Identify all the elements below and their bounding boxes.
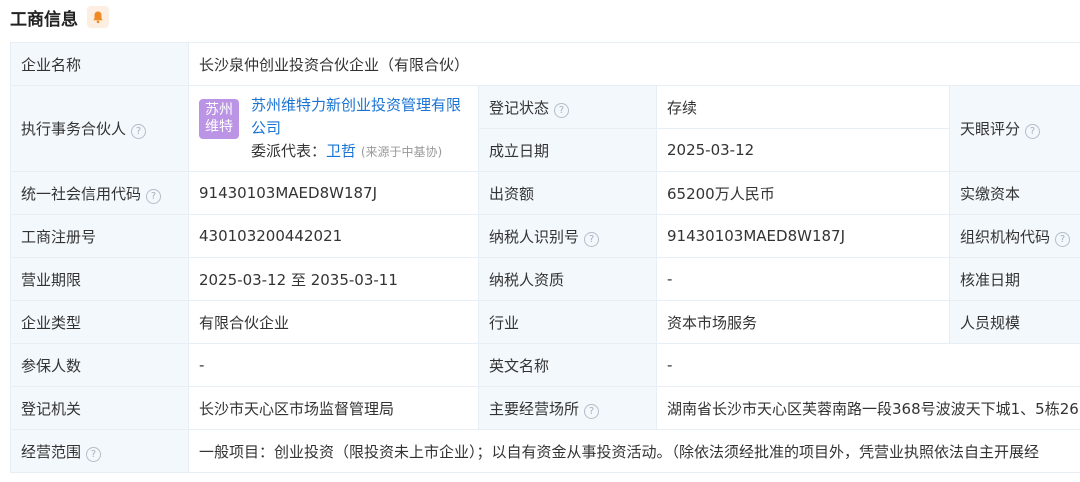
credit-code-label-cell: 统一社会信用代码? (10, 171, 189, 215)
industry-value: 资本市场服务 (656, 300, 950, 344)
taxpayer-qual-label: 纳税人资质 (478, 257, 657, 301)
founded-value: 2025-03-12 (656, 128, 950, 172)
table-row: 参保人数 - 英文名称 - (10, 343, 1080, 387)
subscribe-button[interactable] (87, 6, 109, 28)
founded-label: 成立日期 (478, 128, 657, 172)
status-label: 登记状态 (489, 98, 550, 117)
taxpayer-qual-value: - (656, 257, 950, 301)
authority-label: 登记机关 (10, 386, 189, 430)
taxpayer-id-label: 纳税人识别号 (489, 227, 580, 246)
address-label: 主要经营场所 (489, 399, 580, 418)
help-icon[interactable]: ? (131, 124, 147, 139)
scope-value: 一般项目：创业投资（限投资未上市企业）；以自有资金从事投资活动。（除依法须经批准… (187, 429, 1080, 473)
company-name-label: 企业名称 (10, 42, 189, 86)
address-label-cell: 主要经营场所? (478, 386, 657, 430)
section-title: 工商信息 (10, 9, 78, 30)
reg-no-label: 工商注册号 (10, 214, 189, 258)
help-icon[interactable]: ? (1025, 124, 1041, 139)
taxpayer-id-label-cell: 纳税人识别号? (478, 214, 657, 258)
approve-date-label: 核准日期 (948, 257, 1080, 301)
term-value: 2025-03-12 至 2035-03-11 (188, 257, 479, 301)
logo-text-line1: 苏州 (205, 101, 233, 118)
table-row: 登记机关 长沙市天心区市场监督管理局 主要经营场所? 湖南省长沙市天心区芙蓉南路… (10, 386, 1080, 430)
help-icon[interactable]: ? (584, 231, 600, 247)
credit-code-value: 91430103MAED8W187J (188, 171, 479, 215)
tianyan-label: 天眼评分 (960, 120, 1021, 138)
partner-name-link[interactable]: 苏州维特力新创业投资管理有限公司 (251, 94, 475, 140)
capital-label: 出资额 (478, 171, 657, 215)
status-label-cell: 登记状态? (478, 85, 657, 129)
reg-no-value: 430103200442021 (188, 214, 479, 258)
english-name-value: - (655, 343, 1080, 387)
delegate-name-link[interactable]: 卫哲 (326, 142, 356, 160)
help-icon[interactable]: ? (86, 446, 102, 462)
insured-label: 参保人数 (10, 343, 189, 387)
partner-label-cell: 执行事务合伙人? (10, 85, 189, 172)
table-row: 经营范围? 一般项目：创业投资（限投资未上市企业）；以自有资金从事投资活动。（除… (10, 429, 1080, 473)
company-name-value: 长沙泉仲创业投资合伙企业（有限合伙） (187, 42, 1080, 86)
partner-info: 苏州 维特 苏州维特力新创业投资管理有限公司 委派代表：卫哲 (来源于中基协) (199, 94, 468, 164)
company-logo[interactable]: 苏州 维特 (199, 98, 239, 139)
partner-text: 苏州维特力新创业投资管理有限公司 委派代表：卫哲 (来源于中基协) (251, 94, 475, 164)
address-value: 湖南省长沙市天心区芙蓉南路一段368号波波天下城1、5栋26 (655, 386, 1080, 430)
industry-label: 行业 (478, 300, 657, 344)
taxpayer-id-value: 91430103MAED8W187J (656, 214, 950, 258)
logo-text-line2: 维特 (205, 118, 233, 135)
help-icon[interactable]: ? (554, 102, 570, 118)
table-row: 企业名称 长沙泉仲创业投资合伙企业（有限合伙） (10, 42, 1080, 86)
org-code-label-cell: 组织机构代码? (948, 214, 1080, 258)
type-label: 企业类型 (10, 300, 189, 344)
business-info-table: 企业名称 长沙泉仲创业投资合伙企业（有限合伙） 执行事务合伙人? 苏州 维特 苏… (10, 42, 1080, 473)
partner-label: 执行事务合伙人 (21, 120, 127, 138)
capital-value: 65200万人民币 (656, 171, 950, 215)
table-row: 工商注册号 430103200442021 纳税人识别号? 91430103MA… (10, 214, 1080, 258)
help-icon[interactable]: ? (584, 403, 600, 419)
section-header: 工商信息 (10, 0, 109, 34)
scope-label: 经营范围 (21, 442, 82, 461)
type-value: 有限合伙企业 (188, 300, 479, 344)
delegate-label: 委派代表： (251, 141, 327, 160)
scope-label-cell: 经营范围? (10, 429, 189, 473)
table-row: 统一社会信用代码? 91430103MAED8W187J 出资额 65200万人… (10, 171, 1080, 215)
delegate-source-note: (来源于中基协) (360, 144, 443, 159)
table-row: 执行事务合伙人? 苏州 维特 苏州维特力新创业投资管理有限公司 委派代表：卫哲 … (10, 85, 1080, 172)
insured-value: - (188, 343, 479, 387)
table-row: 营业期限 2025-03-12 至 2035-03-11 纳税人资质 - 核准日… (10, 257, 1080, 301)
table-row: 企业类型 有限合伙企业 行业 资本市场服务 人员规模 (10, 300, 1080, 344)
paid-capital-label: 实缴资本 (948, 171, 1080, 215)
english-name-label: 英文名称 (478, 343, 657, 387)
authority-value: 长沙市天心区市场监督管理局 (188, 386, 479, 430)
bell-icon (93, 11, 103, 24)
org-code-label: 组织机构代码 (960, 227, 1051, 246)
help-icon[interactable]: ? (1055, 231, 1071, 247)
help-icon[interactable]: ? (146, 188, 162, 204)
partner-cell: 苏州 维特 苏州维特力新创业投资管理有限公司 委派代表：卫哲 (来源于中基协) (188, 85, 479, 172)
tianyan-label-cell: 天眼评分? (948, 85, 1080, 172)
status-value: 存续 (656, 85, 950, 129)
term-label: 营业期限 (10, 257, 189, 301)
credit-code-label: 统一社会信用代码 (21, 184, 142, 203)
staff-size-label: 人员规模 (948, 300, 1080, 344)
